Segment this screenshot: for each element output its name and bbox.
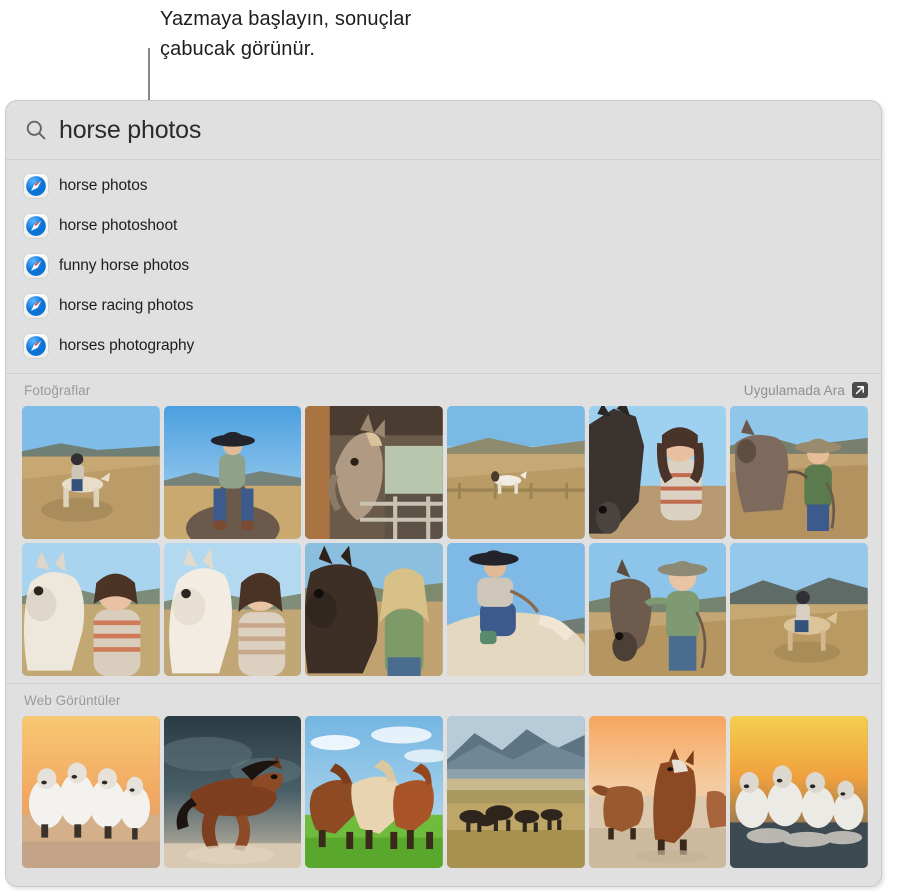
list-item[interactable]: horse photos bbox=[6, 166, 881, 206]
photo-thumbnail[interactable] bbox=[22, 406, 160, 539]
safari-compass-icon bbox=[24, 334, 48, 358]
web-images-grid bbox=[6, 716, 881, 868]
list-item[interactable]: horse photoshoot bbox=[6, 206, 881, 246]
web-images-section-header: Web Görüntüler bbox=[6, 684, 881, 716]
photo-thumbnail[interactable] bbox=[588, 543, 727, 676]
photo-thumbnail[interactable] bbox=[163, 406, 302, 539]
photo-thumbnail[interactable] bbox=[22, 543, 160, 676]
photo-thumbnail[interactable] bbox=[447, 406, 585, 539]
search-in-app-button[interactable]: Uygulamada Ara bbox=[744, 382, 868, 398]
suggestion-list: horse photos horse photoshoot funny hors… bbox=[6, 160, 881, 366]
arrow-up-right-icon bbox=[852, 382, 868, 398]
search-icon bbox=[24, 118, 48, 142]
photo-thumbnail[interactable] bbox=[305, 543, 443, 676]
list-item-label: horse racing photos bbox=[59, 297, 194, 314]
photos-section: Fotoğraflar Uygulamada Ara bbox=[6, 373, 881, 676]
search-in-app-label: Uygulamada Ara bbox=[743, 382, 845, 398]
list-item-label: horse photoshoot bbox=[59, 217, 178, 234]
search-dropdown-panel: horse photos horse photos horse photosho… bbox=[5, 100, 882, 887]
photo-thumbnail[interactable] bbox=[588, 406, 727, 539]
search-field[interactable]: horse photos bbox=[6, 101, 881, 160]
photo-thumbnail[interactable] bbox=[730, 543, 868, 676]
section-title: Fotoğraflar bbox=[24, 382, 91, 398]
list-item-label: horses photography bbox=[59, 337, 195, 354]
web-image-thumbnail[interactable] bbox=[447, 716, 585, 868]
search-input-value[interactable]: horse photos bbox=[59, 116, 201, 145]
web-image-thumbnail[interactable] bbox=[163, 716, 302, 868]
list-item-label: funny horse photos bbox=[59, 257, 190, 274]
callout-text: Yazmaya başlayın, sonuçlar çabucak görün… bbox=[160, 8, 412, 60]
safari-compass-icon bbox=[24, 254, 48, 278]
list-item[interactable]: funny horse photos bbox=[6, 246, 881, 286]
photo-thumbnail[interactable] bbox=[163, 543, 302, 676]
web-image-thumbnail[interactable] bbox=[730, 716, 868, 868]
list-item[interactable]: horse racing photos bbox=[6, 286, 881, 326]
web-images-section: Web Görüntüler bbox=[6, 683, 881, 868]
safari-compass-icon bbox=[24, 174, 48, 198]
photo-thumbnail[interactable] bbox=[447, 543, 585, 676]
photos-grid-row-1 bbox=[6, 406, 881, 539]
search-suggestions-screenshot: Yazmaya başlayın, sonuçlar çabucak görün… bbox=[0, 0, 904, 894]
web-image-thumbnail[interactable] bbox=[22, 716, 160, 868]
photos-grid-row-2 bbox=[6, 543, 881, 676]
photos-section-header: Fotoğraflar Uygulamada Ara bbox=[6, 374, 881, 406]
list-item-label: horse photos bbox=[59, 177, 148, 194]
web-image-thumbnail[interactable] bbox=[588, 716, 727, 868]
section-title: Web Görüntüler bbox=[24, 692, 121, 708]
photo-thumbnail[interactable] bbox=[730, 406, 868, 539]
safari-compass-icon bbox=[24, 214, 48, 238]
list-item[interactable]: horses photography bbox=[6, 326, 881, 366]
safari-compass-icon bbox=[24, 294, 48, 318]
photo-thumbnail[interactable] bbox=[305, 406, 443, 539]
web-image-thumbnail[interactable] bbox=[305, 716, 443, 868]
